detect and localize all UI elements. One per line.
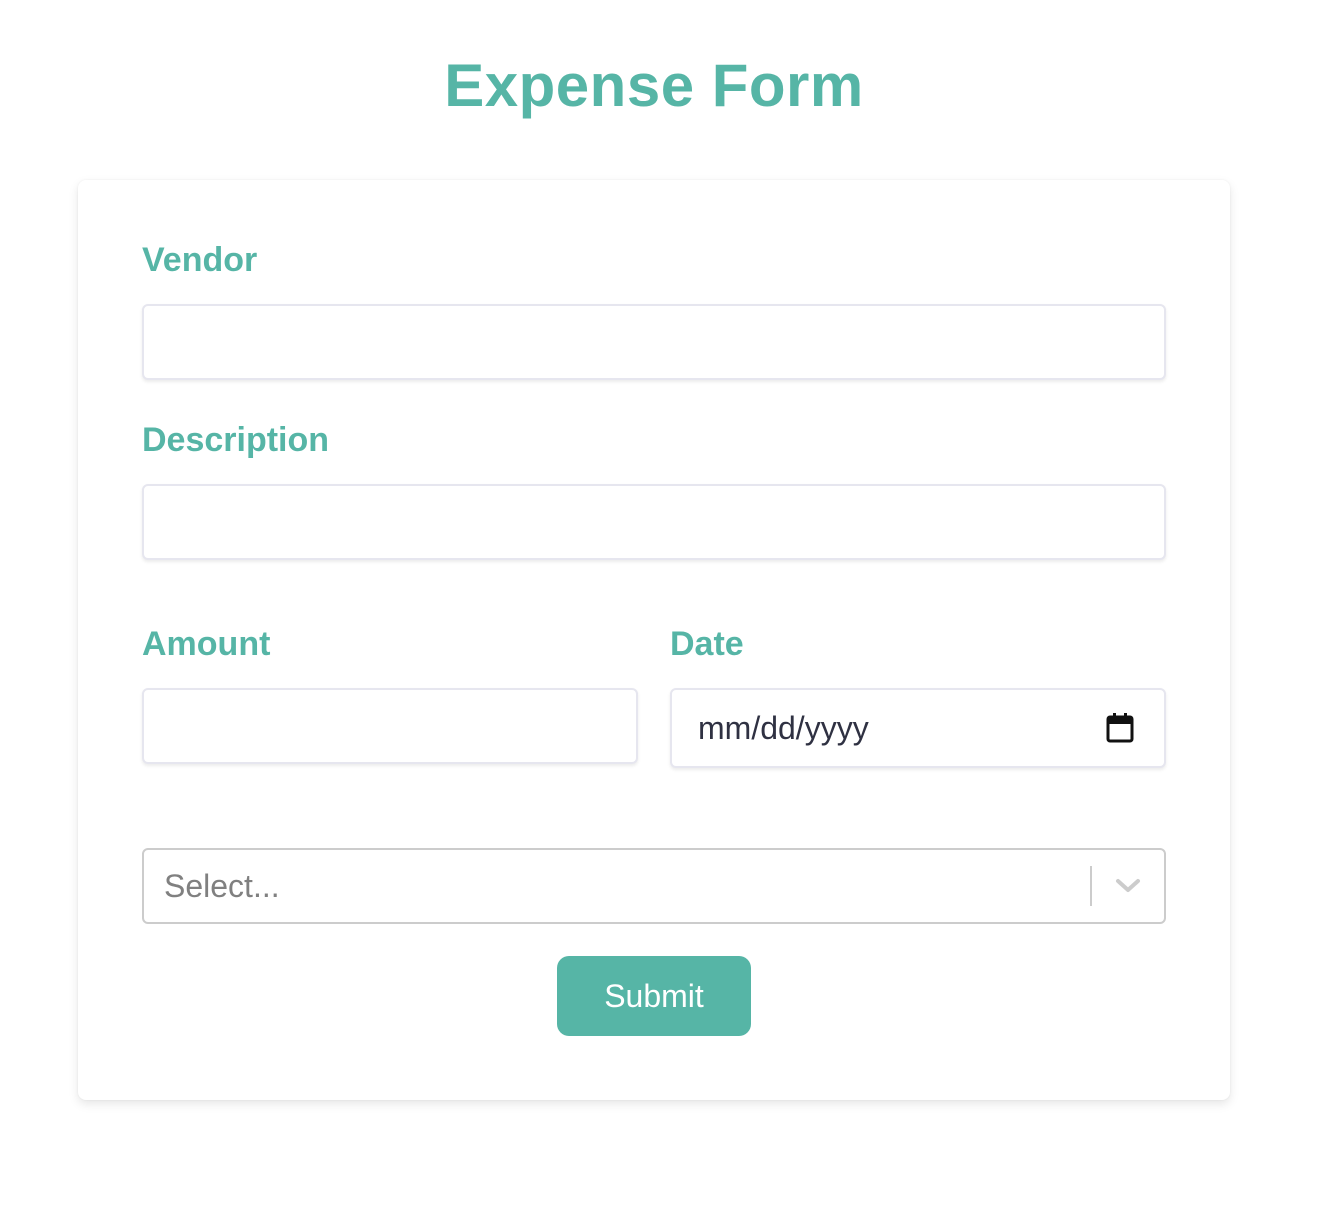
expense-form-page: Expense Form Vendor Description Amount D… (0, 0, 1324, 1228)
submit-button[interactable]: Submit (557, 956, 751, 1036)
date-placeholder: mm/dd/yyyy (698, 709, 869, 746)
description-input[interactable] (142, 484, 1166, 560)
category-select[interactable]: Select... (142, 848, 1166, 924)
amount-label: Amount (142, 625, 271, 663)
vendor-label: Vendor (142, 241, 258, 279)
select-placeholder: Select... (164, 867, 280, 904)
form-card: Vendor Description Amount Date mm/dd/yyy… (78, 180, 1230, 1100)
calendar-icon[interactable] (1106, 713, 1134, 743)
vendor-input[interactable] (142, 304, 1166, 380)
description-label: Description (142, 421, 330, 459)
chevron-down-icon[interactable] (1092, 850, 1164, 922)
date-label: Date (670, 625, 744, 663)
amount-input[interactable] (142, 688, 638, 764)
page-title: Expense Form (444, 52, 864, 119)
date-input[interactable]: mm/dd/yyyy (670, 688, 1166, 768)
